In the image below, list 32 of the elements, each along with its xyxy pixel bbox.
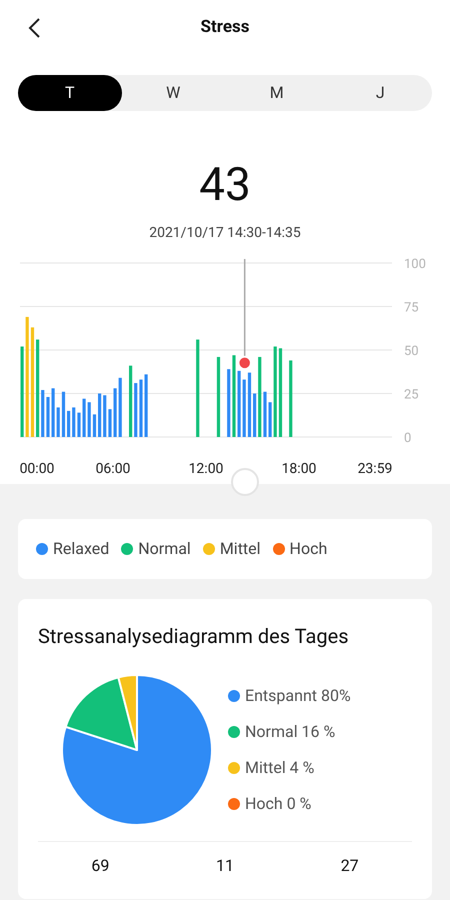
y-tick-label: 75	[404, 300, 419, 316]
legend-label: Normal 16 %	[245, 721, 336, 743]
y-tick-label: 0	[404, 431, 412, 446]
legend-label: Entspannt 80%	[245, 685, 351, 707]
legend-label: Mittel 4 %	[245, 757, 314, 779]
y-tick-label: 100	[404, 257, 426, 272]
legend-label: Mittel	[220, 538, 261, 560]
period-tab[interactable]: W	[122, 75, 225, 111]
period-tab[interactable]: J	[328, 75, 432, 111]
card-title: Stressanalysediagramm des Tages	[38, 623, 350, 650]
x-tick-label: 06:00	[96, 461, 130, 477]
slider-handle[interactable]	[228, 468, 262, 496]
selection-marker[interactable]	[238, 259, 252, 370]
stat-value: 69	[90, 855, 110, 877]
legend-label: Normal	[138, 538, 191, 560]
time-range: 2021/10/17 14:30-14:35	[149, 224, 301, 243]
period-tab[interactable]: T	[18, 75, 122, 111]
y-tick-label: 25	[404, 388, 419, 402]
x-tick-label: 00:00	[20, 461, 54, 477]
stat-value: 27	[340, 855, 360, 877]
x-tick-label: 23:59	[358, 461, 392, 477]
y-tick-label: 50	[404, 344, 419, 359]
page-title: Stress	[200, 16, 250, 40]
period-tab[interactable]: M	[225, 75, 328, 111]
x-tick-label: 18:00	[282, 461, 316, 477]
legend-label: Relaxed	[53, 538, 110, 560]
x-tick-label: 12:00	[188, 461, 224, 477]
legend-label: Hoch 0 %	[245, 793, 312, 815]
legend-label: Hoch	[290, 538, 328, 560]
stat-value: 11	[215, 855, 235, 877]
stress-score: 43	[199, 157, 251, 213]
back-icon	[27, 17, 41, 39]
